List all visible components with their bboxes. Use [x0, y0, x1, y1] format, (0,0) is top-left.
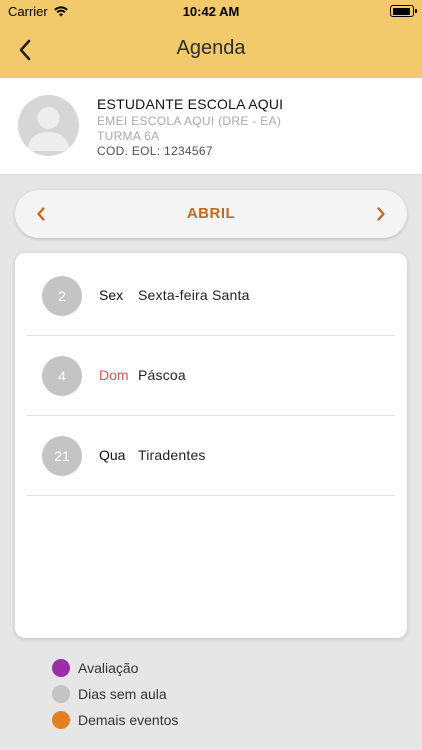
event-row[interactable]: 4 Dom Páscoa	[27, 336, 395, 416]
status-time: 10:42 AM	[182, 4, 240, 19]
page-title: Agenda	[176, 37, 246, 59]
event-name: Tiradentes	[138, 447, 206, 463]
student-info: ESTUDANTE ESCOLA AQUI EMEI ESCOLA AQUI (…	[97, 96, 283, 158]
event-name: Sexta-feira Santa	[138, 287, 250, 303]
event-row[interactable]: 2 Sex Sexta-feira Santa	[27, 256, 395, 336]
legend: Avaliação Dias sem aula Demais eventos	[52, 655, 178, 733]
month-label: ABRIL	[186, 205, 236, 222]
event-weekday: Dom	[99, 367, 129, 383]
legend-label: Avaliação	[78, 660, 139, 676]
eol-code: COD. EOL: 1234567	[97, 144, 213, 158]
legend-dot	[52, 659, 70, 677]
event-row[interactable]: 21 Qua Tiradentes	[27, 416, 395, 496]
events-card: 2 Sex Sexta-feira Santa 4 Dom Páscoa 21 …	[15, 253, 407, 638]
event-name: Páscoa	[138, 367, 186, 383]
school-name: EMEI ESCOLA AQUI (DRE - EA)	[97, 114, 282, 128]
event-day-badge: 4	[42, 356, 82, 396]
legend-label: Demais eventos	[78, 712, 179, 728]
chevron-right-icon	[377, 207, 385, 221]
class-name: TURMA 6A	[97, 129, 160, 143]
legend-item-dias-sem-aula: Dias sem aula	[52, 681, 178, 707]
battery-icon	[390, 5, 417, 17]
legend-dot	[52, 711, 70, 729]
month-selector: ABRIL	[15, 190, 407, 238]
legend-label: Dias sem aula	[78, 686, 167, 702]
event-day-badge: 21	[42, 436, 82, 476]
student-name: ESTUDANTE ESCOLA AQUI	[97, 96, 284, 112]
user-avatar-icon	[18, 95, 79, 156]
legend-item-demais-eventos: Demais eventos	[52, 707, 178, 733]
student-header: ESTUDANTE ESCOLA AQUI EMEI ESCOLA AQUI (…	[0, 78, 422, 175]
legend-dot	[52, 685, 70, 703]
legend-item-avaliacao: Avaliação	[52, 655, 178, 681]
next-month-button[interactable]	[369, 202, 393, 226]
battery-fill	[392, 7, 410, 15]
nav-bar: Agenda	[0, 22, 422, 78]
event-weekday: Sex	[99, 287, 124, 303]
status-bar: Carrier 10:42 AM	[0, 0, 422, 22]
event-day-badge: 2	[42, 276, 82, 316]
event-weekday: Qua	[99, 447, 126, 463]
